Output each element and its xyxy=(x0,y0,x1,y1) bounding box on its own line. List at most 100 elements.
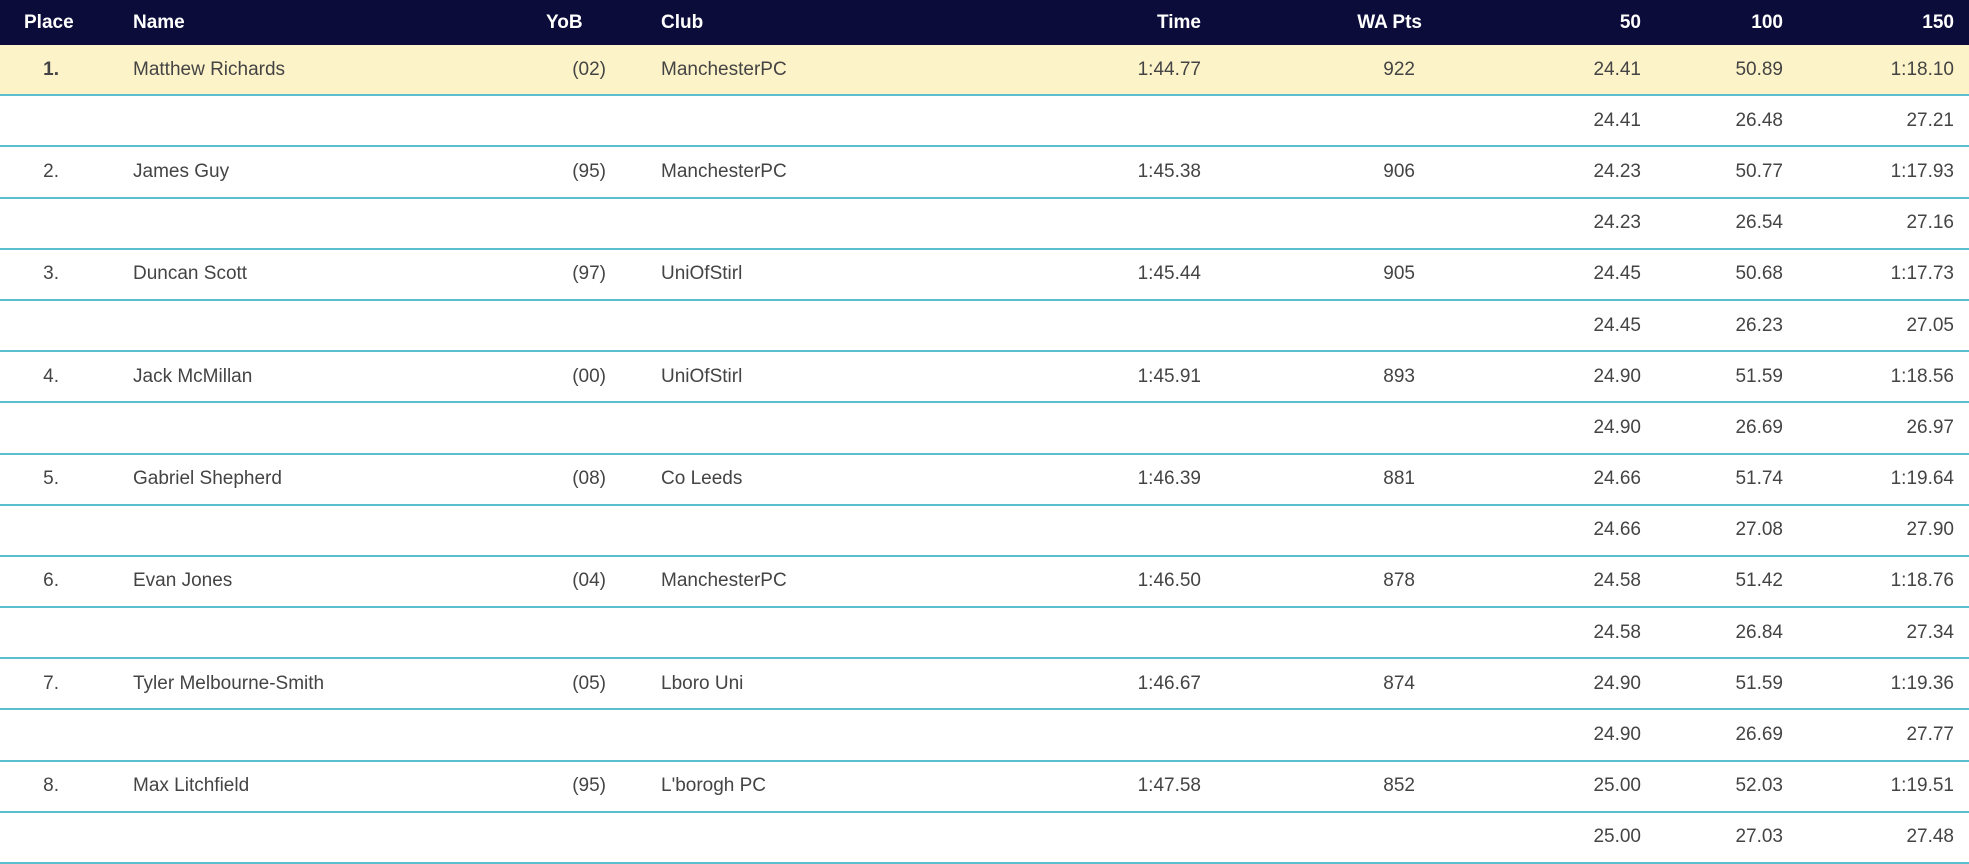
time-cell: 1:45.91 xyxy=(1137,365,1201,387)
header-split-100[interactable]: 100 xyxy=(1641,12,1783,34)
club-name[interactable]: UniOfStirl xyxy=(661,263,951,285)
wa-pts-cell: 852 xyxy=(1383,775,1415,797)
split-100-cumulative: 51.59 xyxy=(1735,365,1783,387)
split-150-lap: 27.77 xyxy=(1906,724,1954,746)
lap-split-row: 24.66 27.08 27.90 xyxy=(0,505,1969,557)
split-100-lap: 26.23 xyxy=(1735,314,1783,336)
result-row[interactable]: 4. Jack McMillan (00) UniOfStirl 1:45.91 893 2… xyxy=(0,352,1969,404)
result-row[interactable]: 1. Matthew Richards (02) ManchesterPC 1:44.7… xyxy=(0,45,1969,97)
split-100-cumulative: 50.89 xyxy=(1735,58,1783,80)
split-150-lap: 26.97 xyxy=(1906,416,1954,438)
split-150-lap: 27.21 xyxy=(1906,109,1954,131)
club-name[interactable]: ManchesterPC xyxy=(661,570,951,592)
club-name[interactable]: L'borogh PC xyxy=(661,775,951,797)
split-150-cumulative: 1:19.64 xyxy=(1890,468,1954,490)
time-cell: 1:46.39 xyxy=(1137,468,1201,490)
lap-split-row: 25.00 27.03 27.48 xyxy=(0,812,1969,864)
swimmer-name[interactable]: Jack McMillan xyxy=(133,366,533,388)
header-yob[interactable]: YoB xyxy=(533,12,606,34)
split-50-lap: 24.41 xyxy=(1593,109,1641,131)
split-50-cumulative: 24.58 xyxy=(1593,570,1641,592)
split-150-cumulative: 1:18.10 xyxy=(1890,58,1954,80)
result-row[interactable]: 5. Gabriel Shepherd (08) Co Leeds 1:46.39 881… xyxy=(0,454,1969,506)
split-100-cumulative: 50.68 xyxy=(1735,263,1783,285)
yob-cell: (02) xyxy=(572,58,606,80)
split-150-lap: 27.34 xyxy=(1906,621,1954,643)
club-name[interactable]: Co Leeds xyxy=(661,468,951,490)
result-row[interactable]: 8. Max Litchfield (95) L'borogh PC 1:47.58 85… xyxy=(0,761,1969,813)
split-50-lap: 24.23 xyxy=(1593,212,1641,234)
club-name[interactable]: Lboro Uni xyxy=(661,673,951,695)
header-name[interactable]: Name xyxy=(133,12,533,34)
split-100-lap: 27.08 xyxy=(1735,519,1783,541)
split-150-cumulative: 1:18.56 xyxy=(1890,365,1954,387)
yob-cell: (05) xyxy=(572,672,606,694)
split-100-lap: 27.03 xyxy=(1735,826,1783,848)
yob-cell: (97) xyxy=(572,263,606,285)
split-50-cumulative: 24.45 xyxy=(1593,263,1641,285)
split-50-lap: 24.58 xyxy=(1593,621,1641,643)
split-100-lap: 26.69 xyxy=(1735,416,1783,438)
split-150-lap: 27.48 xyxy=(1906,826,1954,848)
swimmer-name[interactable]: Gabriel Shepherd xyxy=(133,468,533,490)
yob-cell: (08) xyxy=(572,468,606,490)
swimmer-name[interactable]: Duncan Scott xyxy=(133,263,533,285)
split-50-cumulative: 25.00 xyxy=(1593,775,1641,797)
table-body: 1. Matthew Richards (02) ManchesterPC 1:44.7… xyxy=(0,45,1969,864)
wa-pts-cell: 881 xyxy=(1383,468,1415,490)
result-row[interactable]: 6. Evan Jones (04) ManchesterPC 1:46.50 878 24… xyxy=(0,556,1969,609)
split-100-lap: 26.54 xyxy=(1735,212,1783,234)
header-split-50[interactable]: 50 xyxy=(1441,12,1641,34)
wa-pts-cell: 893 xyxy=(1383,365,1415,387)
result-row[interactable]: 7. Tyler Melbourne-Smith (05) Lboro Uni 1:46… xyxy=(0,659,1969,711)
swimmer-name[interactable]: Max Litchfield xyxy=(133,775,533,797)
wa-pts-cell: 905 xyxy=(1383,263,1415,285)
place-cell: 6. xyxy=(43,570,59,592)
split-50-cumulative: 24.41 xyxy=(1593,58,1641,80)
result-row[interactable]: 2. James Guy (95) ManchesterPC 1:45.38 906 24.… xyxy=(0,147,1969,199)
header-wa-pts[interactable]: WA Pts xyxy=(1201,12,1441,34)
header-time[interactable]: Time xyxy=(951,12,1201,34)
split-100-lap: 26.84 xyxy=(1735,621,1783,643)
wa-pts-cell: 906 xyxy=(1383,160,1415,182)
swimmer-name[interactable]: Tyler Melbourne-Smith xyxy=(133,673,533,695)
club-name[interactable]: ManchesterPC xyxy=(661,161,951,183)
lap-split-row: 24.58 26.84 27.34 xyxy=(0,608,1969,660)
yob-cell: (95) xyxy=(572,775,606,797)
split-100-cumulative: 51.59 xyxy=(1735,672,1783,694)
wa-pts-cell: 874 xyxy=(1383,672,1415,694)
header-split-150[interactable]: 150 xyxy=(1783,12,1954,34)
place-cell: 2. xyxy=(43,160,59,182)
split-150-cumulative: 1:17.73 xyxy=(1890,263,1954,285)
split-50-lap: 24.90 xyxy=(1593,724,1641,746)
swimmer-name[interactable]: Evan Jones xyxy=(133,570,533,592)
split-150-cumulative: 1:17.93 xyxy=(1890,160,1954,182)
place-cell: 5. xyxy=(43,468,59,490)
lap-split-row: 24.90 26.69 26.97 xyxy=(0,403,1969,455)
time-cell: 1:46.50 xyxy=(1137,570,1201,592)
split-100-cumulative: 51.42 xyxy=(1735,570,1783,592)
swimmer-name[interactable]: James Guy xyxy=(133,161,533,183)
results-table: Place Name YoB Club Time WA Pts 50 100 1… xyxy=(0,0,1969,864)
lap-split-row: 24.45 26.23 27.05 xyxy=(0,300,1969,353)
result-row[interactable]: 3. Duncan Scott (97) UniOfStirl 1:45.44 905 24… xyxy=(0,249,1969,301)
swimmer-name[interactable]: Matthew Richards xyxy=(133,59,533,81)
lap-split-row: 24.41 26.48 27.21 xyxy=(0,96,1969,148)
club-name[interactable]: ManchesterPC xyxy=(661,59,951,81)
place-cell: 7. xyxy=(43,672,59,694)
header-club[interactable]: Club xyxy=(661,12,951,34)
split-150-cumulative: 1:18.76 xyxy=(1890,570,1954,592)
header-place[interactable]: Place xyxy=(0,12,133,34)
club-name[interactable]: UniOfStirl xyxy=(661,366,951,388)
split-100-lap: 26.69 xyxy=(1735,724,1783,746)
time-cell: 1:45.38 xyxy=(1137,160,1201,182)
split-150-cumulative: 1:19.51 xyxy=(1890,775,1954,797)
time-cell: 1:47.58 xyxy=(1137,775,1201,797)
time-cell: 1:45.44 xyxy=(1137,263,1201,285)
split-150-cumulative: 1:19.36 xyxy=(1890,672,1954,694)
split-50-cumulative: 24.90 xyxy=(1593,672,1641,694)
place-cell: 4. xyxy=(43,365,59,387)
split-50-lap: 25.00 xyxy=(1593,826,1641,848)
yob-cell: (04) xyxy=(572,570,606,592)
split-100-cumulative: 51.74 xyxy=(1735,468,1783,490)
